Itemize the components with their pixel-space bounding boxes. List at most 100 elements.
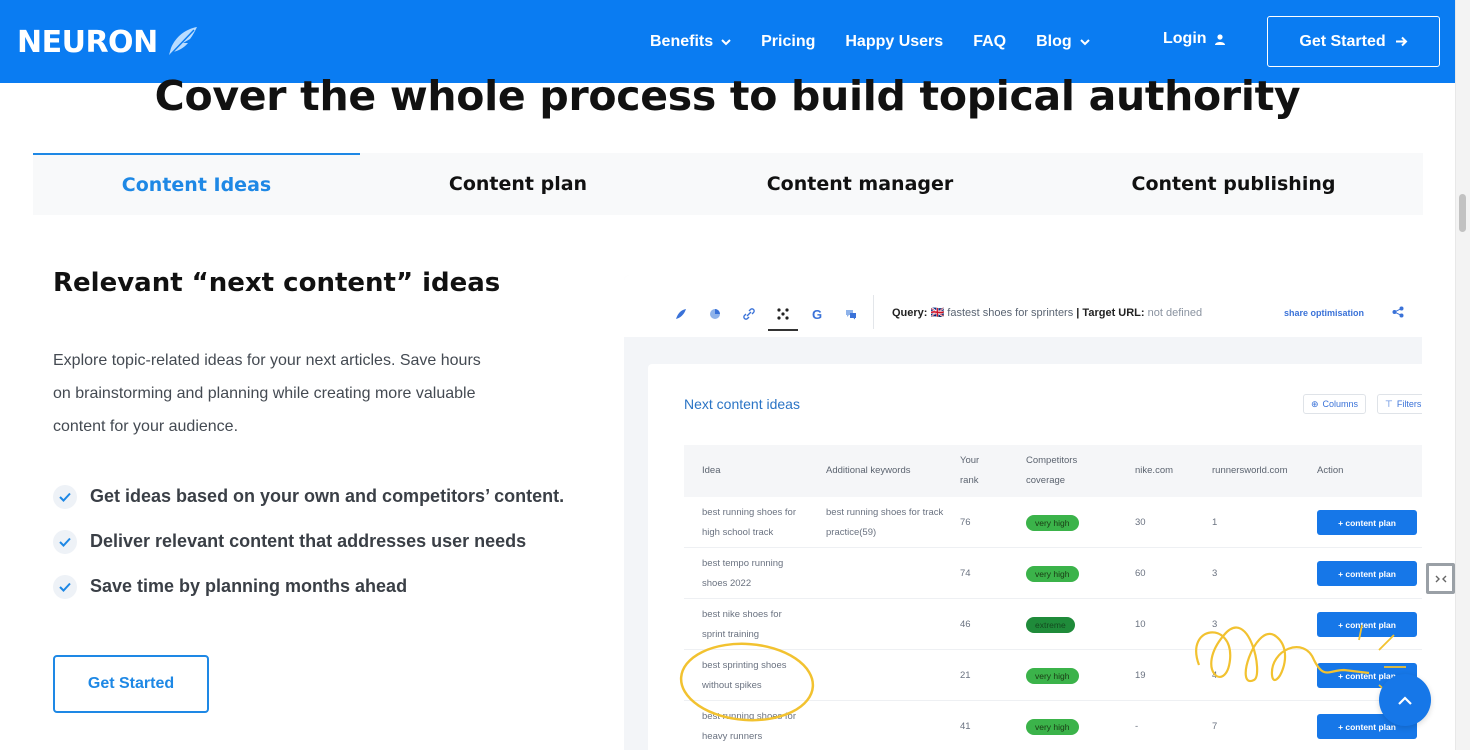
feature-item-text: Save time by planning months ahead: [90, 576, 408, 596]
coverage-badge: very high: [1026, 565, 1079, 582]
nav-links: Benefits Pricing Happy Users FAQ Blog: [650, 30, 1120, 54]
cell-keywords: [826, 599, 946, 650]
header-keywords[interactable]: Additional keywords: [826, 445, 911, 497]
scrollbar-track[interactable]: [1455, 0, 1470, 750]
cell-nike: 10: [1135, 618, 1146, 630]
tab-content-ideas[interactable]: Content Ideas: [33, 153, 360, 215]
pie-chart-icon: [698, 303, 732, 325]
feature-item-text: Get ideas based on your own and competit…: [90, 486, 565, 506]
cell-runnersworld: 3: [1212, 618, 1218, 630]
cell-idea: best running shoes for heavy runners: [702, 710, 797, 742]
header-nike[interactable]: nike.com: [1135, 445, 1173, 497]
chevron-up-icon: [1398, 695, 1412, 705]
feature-item-text: Deliver relevant content that addresses …: [90, 531, 527, 551]
nav-blog-label: Blog: [1036, 33, 1072, 50]
add-content-plan-button[interactable]: + content plan: [1317, 561, 1417, 586]
cell-idea: best sprinting shoes without spikes: [702, 659, 787, 691]
chevron-down-icon: [721, 38, 731, 45]
arrow-right-icon: [1395, 36, 1408, 47]
columns-label: Columns: [1322, 399, 1359, 409]
feature-description: Explore topic-related ideas for your nex…: [53, 352, 481, 435]
get-started-nav-button[interactable]: Get Started: [1267, 16, 1440, 67]
login-link[interactable]: Login: [1163, 30, 1226, 48]
header-coverage[interactable]: Competitors coverage: [1026, 445, 1106, 497]
tab-content-publishing[interactable]: Content publishing: [1044, 153, 1423, 215]
list-item: Deliver relevant content that addresses …: [53, 519, 564, 564]
get-started-button[interactable]: Get Started: [53, 655, 209, 713]
table-row: best sprinting shoes without spikes 21 v…: [684, 650, 1422, 701]
app-toolbar: G Query: 🇬🇧 fastest shoes for sprinters …: [624, 275, 1422, 337]
tab-content-plan[interactable]: Content plan: [360, 153, 676, 215]
cell-action: + content plan: [1317, 497, 1417, 548]
get-started-nav-label: Get Started: [1299, 32, 1386, 50]
coverage-badge: extreme: [1026, 616, 1075, 633]
cell-keywords: [826, 650, 946, 701]
add-content-plan-button[interactable]: + content plan: [1317, 510, 1417, 535]
nav-blog[interactable]: Blog: [1036, 33, 1090, 51]
cell-keywords: best running shoes for track practice(59…: [826, 506, 944, 538]
share-icon[interactable]: [1392, 306, 1404, 318]
cell-idea: best running shoes for high school track: [702, 506, 797, 538]
add-content-plan-button[interactable]: + content plan: [1317, 612, 1417, 637]
target-url-value: not defined: [1147, 307, 1203, 319]
collapse-icon: [1435, 575, 1446, 582]
check-icon: [53, 529, 77, 554]
toolbar-divider: [873, 295, 874, 329]
google-icon: G: [811, 306, 823, 322]
check-icon: [53, 574, 77, 599]
query-bar: Query: 🇬🇧 fastest shoes for sprinters | …: [892, 306, 1202, 319]
header-runnersworld[interactable]: runnersworld.com: [1212, 445, 1288, 497]
cell-keywords: [826, 701, 946, 750]
cell-runnersworld: 4: [1212, 669, 1218, 681]
columns-icon: ⊕: [1311, 398, 1319, 409]
nav-pricing[interactable]: Pricing: [761, 33, 815, 51]
nav-happy-users[interactable]: Happy Users: [845, 33, 943, 51]
cell-rank: 74: [960, 567, 971, 579]
logo[interactable]: NEURON: [17, 22, 200, 62]
table-header: Idea Additional keywords Your rank Compe…: [684, 445, 1422, 497]
header-idea[interactable]: Idea: [702, 445, 721, 497]
nav-faq[interactable]: FAQ: [973, 33, 1006, 51]
header-rank[interactable]: Your rank: [960, 445, 1000, 497]
tab-content-manager[interactable]: Content manager: [676, 153, 1044, 215]
table-row: best running shoes for heavy runners 41 …: [684, 701, 1422, 750]
list-item: Get ideas based on your own and competit…: [53, 474, 564, 519]
feature-list: Get ideas based on your own and competit…: [53, 474, 564, 609]
app-screenshot: G Query: 🇬🇧 fastest shoes for sprinters …: [624, 275, 1422, 750]
cell-nike: 19: [1135, 669, 1146, 681]
columns-button[interactable]: ⊕ Columns: [1303, 394, 1367, 414]
cell-idea: best tempo running shoes 2022: [702, 557, 784, 589]
cell-coverage: very high: [1026, 701, 1079, 750]
nav-benefits[interactable]: Benefits: [650, 33, 731, 51]
expand-widget-button[interactable]: [1426, 563, 1455, 594]
header-action: Action: [1317, 465, 1344, 476]
query-label: Query:: [892, 307, 928, 319]
logo-text: NEURON: [17, 24, 158, 60]
chevron-down-icon: [1079, 38, 1090, 45]
feature-tabs: Content Ideas Content plan Content manag…: [33, 153, 1423, 215]
nav-happy-users-label: Happy Users: [845, 33, 944, 50]
share-optimisation-link[interactable]: share optimisation: [1284, 308, 1364, 318]
back-to-top-button[interactable]: [1379, 674, 1431, 726]
filter-icon: ⊤: [1385, 398, 1393, 409]
card-title: Next content ideas: [684, 396, 800, 412]
cell-coverage: very high: [1026, 650, 1079, 701]
cell-runnersworld: 7: [1212, 720, 1218, 732]
login-label: Login: [1163, 30, 1207, 47]
list-item: Save time by planning months ahead: [53, 564, 564, 609]
scrollbar-thumb[interactable]: [1459, 194, 1466, 232]
table-row: best nike shoes for sprint training 46 e…: [684, 599, 1422, 650]
cell-nike: 30: [1135, 516, 1146, 528]
app-tool-icons: G: [664, 303, 868, 331]
chat-icon: [834, 303, 868, 325]
cell-rank: 41: [960, 720, 971, 732]
filters-button[interactable]: ⊤ Filters: [1377, 394, 1422, 414]
cell-rank: 21: [960, 669, 971, 681]
filters-label: Filters: [1396, 399, 1422, 409]
next-content-card: Next content ideas ⊕ Columns ⊤ Filters Ide…: [648, 364, 1422, 750]
query-value: 🇬🇧 fastest shoes for sprinters: [930, 307, 1074, 319]
nav-benefits-label: Benefits: [650, 33, 714, 50]
cell-nike: 60: [1135, 567, 1146, 579]
cell-coverage: very high: [1026, 497, 1079, 548]
cell-runnersworld: 3: [1212, 567, 1218, 579]
